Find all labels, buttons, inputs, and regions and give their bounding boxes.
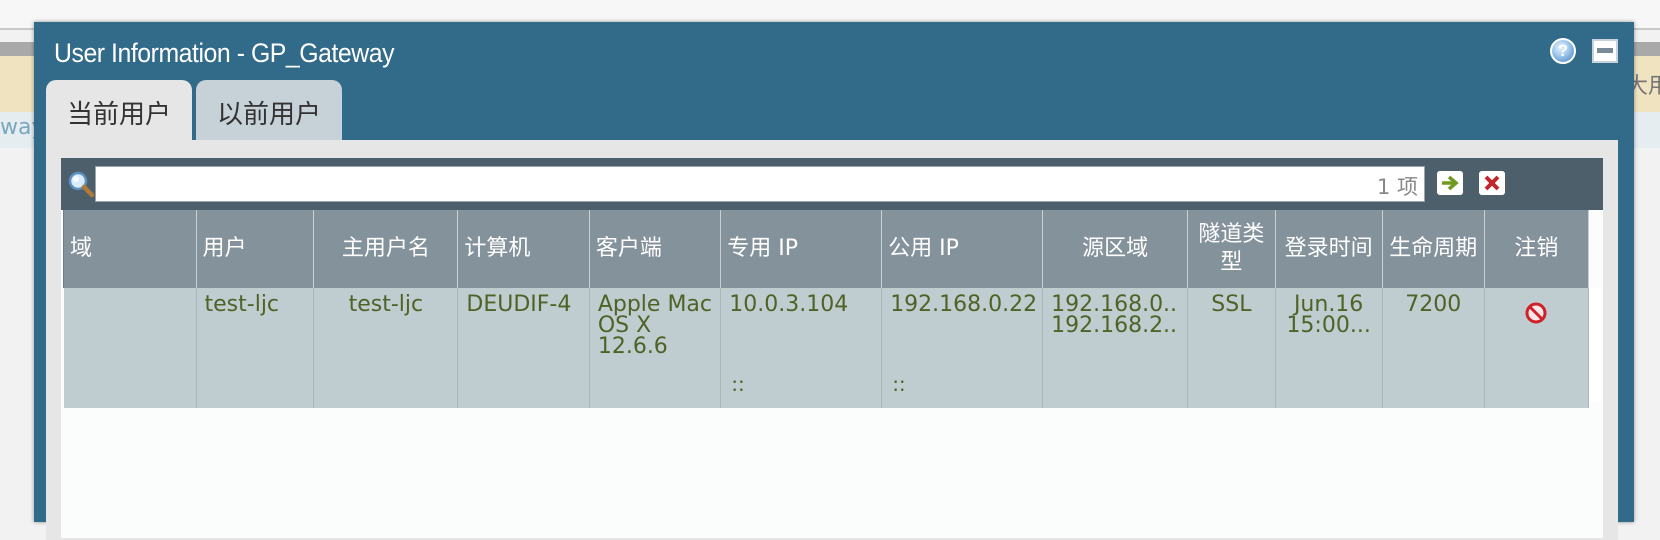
column-header-domain[interactable]: 域 xyxy=(63,210,197,288)
user-information-dialog: User Information - GP_Gateway ? 当前用户 以前用… xyxy=(34,22,1634,540)
tab-panel: 1 项 域 用户 主用户名 计算机 客户端 专用 IP 公用 IP 源区域 隧道… xyxy=(46,140,1618,540)
search-toolbar: 1 项 xyxy=(61,158,1603,210)
column-header-user[interactable]: 用户 xyxy=(195,210,315,288)
lifetime-value: 7200 xyxy=(1405,292,1462,317)
users-table: 域 用户 主用户名 计算机 客户端 专用 IP 公用 IP 源区域 隧道类型 登… xyxy=(63,210,1590,408)
logout-icon[interactable] xyxy=(1525,302,1547,324)
cell-logout xyxy=(1484,288,1590,408)
arrow-right-icon[interactable] xyxy=(1437,171,1463,195)
maximize-icon[interactable] xyxy=(1592,39,1618,63)
cell-tunnel-type: SSL xyxy=(1187,288,1276,408)
clear-filter-icon[interactable] xyxy=(1479,171,1505,195)
login-time-value-1: Jun.16 xyxy=(1293,294,1364,315)
private-ipv6-value: :: xyxy=(731,372,745,396)
private-ip-value: 10.0.3.104 xyxy=(729,292,849,317)
client-value: Apple Mac OS X 12.6.6 xyxy=(597,292,713,359)
column-header-lifetime[interactable]: 生命周期 xyxy=(1381,210,1485,288)
cell-public-ip: 192.168.0.22 :: xyxy=(881,288,1044,408)
cell-domain xyxy=(63,288,197,408)
search-input[interactable]: 1 项 xyxy=(95,166,1425,202)
cell-private-ip: 10.0.3.104 :: xyxy=(720,288,883,408)
column-header-private-ip[interactable]: 专用 IP xyxy=(720,210,883,288)
source-region-value-1: 192.168.0... xyxy=(1051,294,1180,315)
cell-client: Apple Mac OS X 12.6.6 xyxy=(589,288,722,408)
column-header-primary-username[interactable]: 主用户名 xyxy=(313,210,459,288)
vertical-scrollbar[interactable] xyxy=(1589,288,1601,402)
cell-lifetime: 7200 xyxy=(1382,288,1485,408)
tunnel-type-value: SSL xyxy=(1211,292,1252,317)
cell-primary-username: test-ljc xyxy=(313,288,459,408)
column-header-computer[interactable]: 计算机 xyxy=(457,210,590,288)
column-header-client[interactable]: 客户端 xyxy=(588,210,722,288)
column-header-logout[interactable]: 注销 xyxy=(1483,210,1590,288)
primary-username-value: test-ljc xyxy=(348,292,424,317)
column-header-public-ip[interactable]: 公用 IP xyxy=(881,210,1044,288)
login-time-value-2: 15:00... xyxy=(1286,315,1371,336)
tab-previous-users[interactable]: 以前用户 xyxy=(196,80,342,142)
column-header-login-time[interactable]: 登录时间 xyxy=(1274,210,1383,288)
computer-value: DEUDIF-4 xyxy=(466,292,572,317)
column-header-tunnel-type[interactable]: 隧道类型 xyxy=(1187,210,1276,288)
tab-current-users[interactable]: 当前用户 xyxy=(46,80,192,142)
dialog-title: User Information - GP_Gateway xyxy=(54,38,395,68)
cell-source-region: 192.168.0... 192.168.2... xyxy=(1042,288,1189,408)
source-region-value-2: 192.168.2... xyxy=(1051,315,1180,336)
cell-user: test-ljc xyxy=(196,288,315,408)
table-header-row: 域 用户 主用户名 计算机 客户端 专用 IP 公用 IP 源区域 隧道类型 登… xyxy=(63,210,1590,288)
user-grid: 1 项 域 用户 主用户名 计算机 客户端 专用 IP 公用 IP 源区域 隧道… xyxy=(61,158,1603,538)
column-header-source-region[interactable]: 源区域 xyxy=(1042,210,1189,288)
result-count: 1 项 xyxy=(1376,175,1418,199)
cell-computer: DEUDIF-4 xyxy=(457,288,590,408)
help-icon[interactable]: ? xyxy=(1550,38,1576,64)
table-row[interactable]: test-ljc test-ljc DEUDIF-4 Apple Mac OS … xyxy=(63,288,1590,408)
search-icon xyxy=(68,171,95,198)
public-ipv6-value: :: xyxy=(892,372,906,396)
user-value: test-ljc xyxy=(204,292,280,317)
public-ip-value: 192.168.0.22 xyxy=(890,292,1038,317)
cell-login-time: Jun.16 15:00... xyxy=(1275,288,1383,408)
